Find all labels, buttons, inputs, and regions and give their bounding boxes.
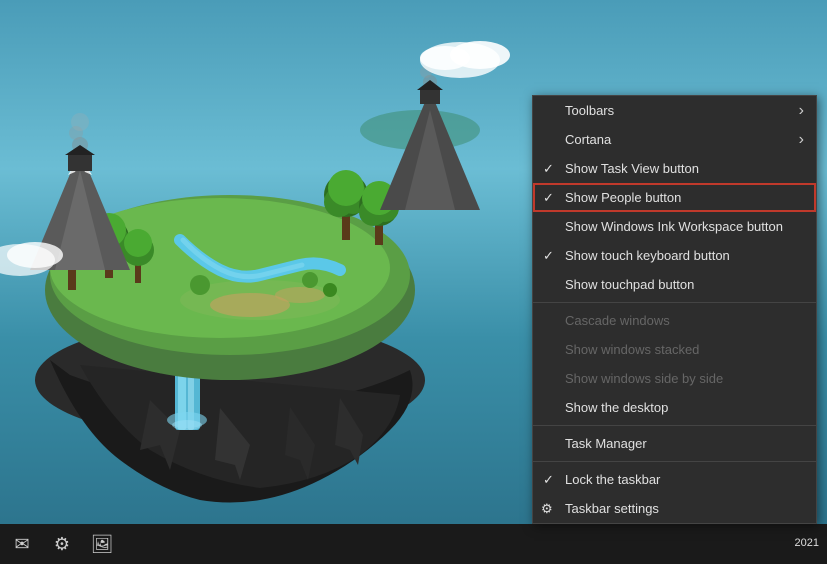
desktop: Toolbars Cortana ✓ Show Task View button ✓ Sh… <box>0 0 827 564</box>
menu-item-label: Lock the taskbar <box>565 472 660 487</box>
menu-item-label: Show windows stacked <box>565 342 699 357</box>
menu-separator <box>533 302 816 303</box>
menu-item-lock-taskbar[interactable]: ✓ Lock the taskbar <box>533 465 816 494</box>
settings-icon[interactable]: ⚙ <box>44 526 80 562</box>
menu-item-label: Task Manager <box>565 436 647 451</box>
menu-item-show-touchpad[interactable]: Show touchpad button <box>533 270 816 299</box>
menu-item-label: Show Windows Ink Workspace button <box>565 219 783 234</box>
menu-item-label: Show windows side by side <box>565 371 723 386</box>
menu-item-show-people[interactable]: ✓ Show People button <box>533 183 816 212</box>
menu-item-label: Toolbars <box>565 103 614 118</box>
gear-icon: ⚙ <box>541 501 553 517</box>
menu-item-taskbar-settings[interactable]: ⚙ Taskbar settings <box>533 494 816 523</box>
menu-item-toolbars[interactable]: Toolbars <box>533 96 816 125</box>
menu-item-show-task-view[interactable]: ✓ Show Task View button <box>533 154 816 183</box>
menu-item-windows-side-by-side: Show windows side by side <box>533 364 816 393</box>
menu-item-label: Cortana <box>565 132 611 147</box>
menu-item-label: Show Task View button <box>565 161 699 176</box>
menu-item-task-manager[interactable]: Task Manager <box>533 429 816 458</box>
photos-icon[interactable]: 🖼 <box>84 526 120 562</box>
context-menu: Toolbars Cortana ✓ Show Task View button ✓ Sh… <box>532 95 817 524</box>
menu-item-show-desktop[interactable]: Show the desktop <box>533 393 816 422</box>
mail-icon[interactable]: ✉ <box>4 526 40 562</box>
menu-item-label: Cascade windows <box>565 313 670 328</box>
menu-item-windows-stacked: Show windows stacked <box>533 335 816 364</box>
menu-item-cascade-windows: Cascade windows <box>533 306 816 335</box>
menu-item-label: Taskbar settings <box>565 501 659 516</box>
menu-item-show-touch-keyboard[interactable]: ✓ Show touch keyboard button <box>533 241 816 270</box>
checkmark-icon: ✓ <box>543 161 554 177</box>
time-display: 2021 <box>795 536 819 551</box>
menu-separator <box>533 425 816 426</box>
checkmark-icon: ✓ <box>543 472 554 488</box>
island-background <box>0 0 520 520</box>
menu-item-show-ink[interactable]: Show Windows Ink Workspace button <box>533 212 816 241</box>
menu-item-label: Show touch keyboard button <box>565 248 730 263</box>
menu-item-label: Show touchpad button <box>565 277 694 292</box>
taskbar-right: 2021 <box>795 524 827 564</box>
menu-item-cortana[interactable]: Cortana <box>533 125 816 154</box>
menu-item-label: Show People button <box>565 190 681 205</box>
menu-separator <box>533 461 816 462</box>
menu-item-label: Show the desktop <box>565 400 668 415</box>
checkmark-icon: ✓ <box>543 190 554 206</box>
taskbar: ✉ ⚙ 🖼 2021 <box>0 524 827 564</box>
checkmark-icon: ✓ <box>543 248 554 264</box>
